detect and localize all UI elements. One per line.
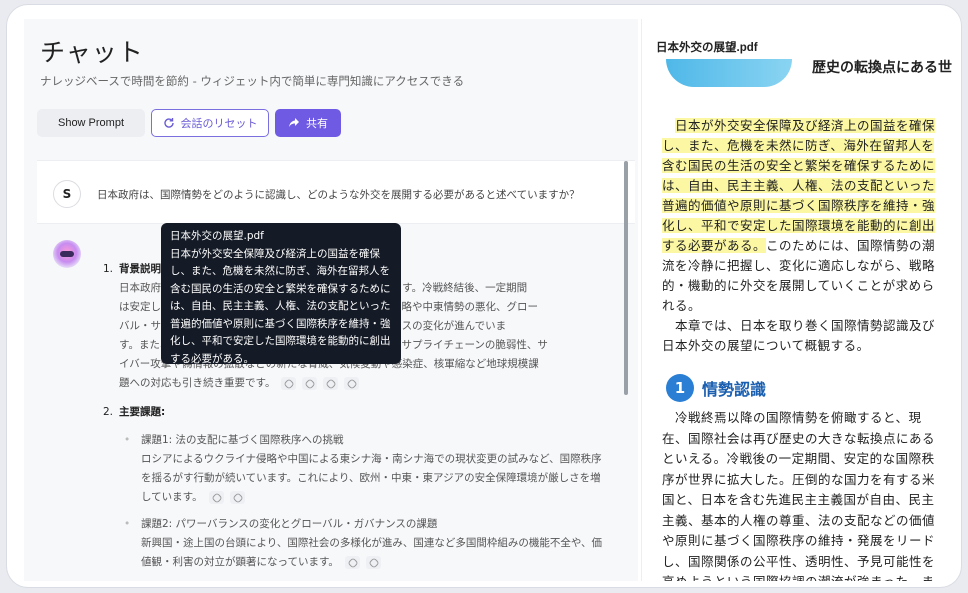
citation-link-icon[interactable] (281, 376, 297, 390)
citation-link-icon[interactable] (344, 376, 360, 390)
citation-link-icon[interactable] (323, 376, 339, 390)
reset-label: 会話のリセット (180, 118, 258, 130)
share-button[interactable]: 共有 (275, 109, 341, 137)
citation-link-icon[interactable] (208, 490, 224, 504)
citation-tooltip: 日本外交の展望.pdf 日本が外交安全保障及び経済上の国益を確保 し、また、危機… (161, 223, 401, 365)
chat-scrollbar[interactable] (624, 161, 628, 395)
tooltip-title: 日本外交の展望.pdf (170, 230, 264, 242)
bot-avatar-face-icon (60, 251, 74, 257)
pdf-paragraph-1: 日本が外交安全保障及び経済上の国益を確保 し、また、危機を未然に防ぎ、海外在留邦… (662, 118, 936, 353)
citation-link-icon[interactable] (344, 555, 360, 569)
user-avatar: S (53, 180, 81, 208)
page-title: チャット (40, 38, 144, 67)
pdf-title: 日本外交の展望.pdf (656, 42, 758, 54)
bot-avatar (53, 240, 81, 268)
pdf-paragraph-2: 冷戦終焉以降の国際情勢を俯瞰すると、現 在、国際社会は再び歴史の大きな転換点にあ… (662, 410, 936, 581)
pdf-banner-graphic (666, 59, 792, 87)
issue-2-title: 課題2: パワーバランスの変化とグローバル・ガバナンスの課題 (141, 518, 438, 530)
section-2-title: 主要課題: (119, 406, 166, 418)
pdf-banner-text: 歴史の転換点にある世 (812, 60, 952, 76)
section-number-badge: 1 (666, 374, 694, 402)
section-1-title: 背景説明: (119, 263, 166, 275)
user-message-text: 日本政府は、国際情勢をどのように認識し、どのような外交を展開する必要があると述べ… (97, 189, 580, 201)
section-heading-text: 情勢認識 (702, 380, 767, 399)
share-label: 共有 (306, 118, 328, 130)
app-window: チャット ナレッジベースで時間を節約 - ウィジェット内で簡単に専門知識にアクセ… (6, 4, 962, 588)
user-message: S 日本政府は、国際情勢をどのように認識し、どのような外交を展開する必要があると… (37, 160, 635, 224)
citation-link-icon[interactable] (365, 555, 381, 569)
reset-conversation-button[interactable]: 会話のリセット (151, 109, 269, 137)
bullet-icon: • (124, 518, 131, 530)
show-prompt-button[interactable]: Show Prompt (37, 109, 145, 137)
citation-link-icon[interactable] (302, 376, 318, 390)
bullet-icon: • (124, 434, 131, 446)
citation-link-icon[interactable] (229, 490, 245, 504)
pdf-highlight: 日本が外交安全保障及び経済上の国益を確保 (675, 118, 936, 133)
answer-section-2: 2. 主要課題: • 課題1: 法の支配に基づく国際秩序への挑戦 ロシアによるウク… (103, 403, 623, 572)
issue-1-title: 課題1: 法の支配に基づく国際秩序への挑戦 (141, 434, 344, 446)
pdf-section-heading: 1 情勢認識 (666, 374, 766, 402)
share-icon (289, 118, 299, 127)
list-item: • 課題2: パワーバランスの変化とグローバル・ガバナンスの課題 新興国・途上国… (124, 515, 623, 572)
pdf-viewer: 日本外交の展望.pdf 歴史の転換点にある世 日本が外交安全保障及び経済上の国益… (641, 19, 957, 581)
refresh-icon (163, 118, 174, 128)
show-prompt-label: Show Prompt (57, 117, 125, 129)
page-subtitle: ナレッジベースで時間を節約 - ウィジェット内で簡単に専門知識にアクセスできる (40, 74, 465, 88)
list-item: • 課題1: 法の支配に基づく国際秩序への挑戦 ロシアによるウクライナ侵略や中国… (124, 431, 623, 507)
